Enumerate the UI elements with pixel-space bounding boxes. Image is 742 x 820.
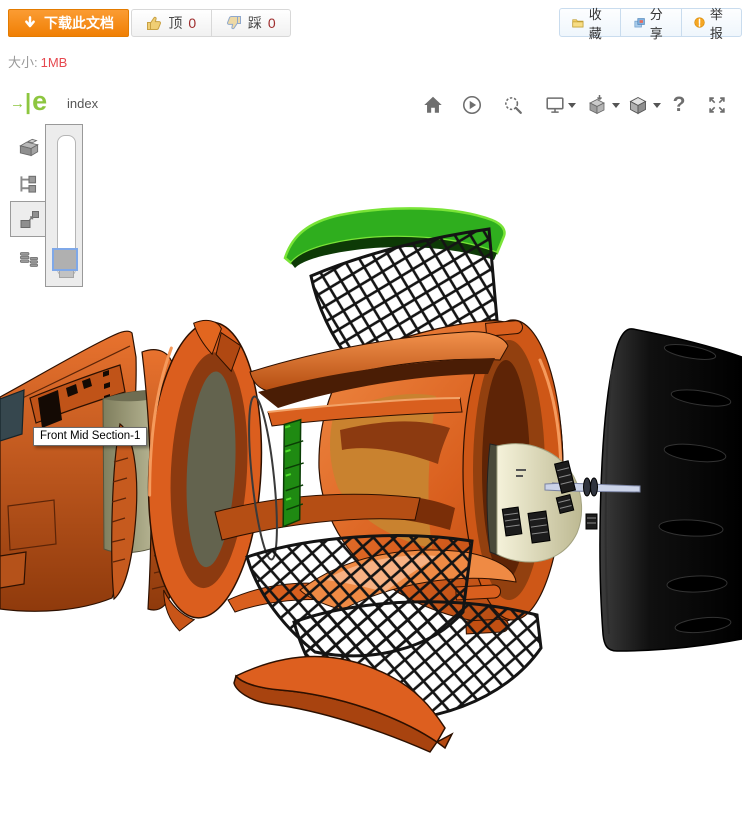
folder-icon <box>572 16 584 30</box>
fullscreen-button[interactable] <box>705 93 729 117</box>
vote-down-label: 踩 <box>248 13 262 33</box>
home-icon <box>422 94 444 116</box>
component-tool-button[interactable] <box>16 135 42 161</box>
document-name: index <box>67 96 98 111</box>
explode-tool-button[interactable] <box>18 207 44 233</box>
zoom-button[interactable] <box>501 93 525 117</box>
cube-icon <box>626 93 650 117</box>
section-box-icon <box>585 93 609 117</box>
explode-slider-thumb[interactable] <box>52 248 78 271</box>
vote-down-count: 0 <box>268 15 276 31</box>
explode-icon <box>18 207 42 231</box>
thumb-down-icon <box>226 15 242 31</box>
logo-arrow: → <box>10 94 25 114</box>
zoom-magnifier-icon <box>502 94 524 116</box>
edrawings-logo: → | e <box>10 88 47 114</box>
report-warning-icon <box>694 15 705 30</box>
thumb-up-icon <box>146 15 162 31</box>
logo-bar: | <box>25 90 31 114</box>
share-label: 分享 <box>650 4 669 42</box>
part-tooltip: Front Mid Section-1 <box>33 427 147 446</box>
doc-size-value: 1MB <box>41 55 68 70</box>
monitor-icon <box>544 94 566 116</box>
vote-up-label: 顶 <box>168 13 182 33</box>
home-view-button[interactable] <box>421 93 445 117</box>
explode-section-button[interactable] <box>585 93 609 117</box>
view-orientation-caret <box>653 103 661 108</box>
download-arrow-icon <box>23 16 37 30</box>
share-icon <box>633 15 645 31</box>
play-animation-button[interactable] <box>460 93 484 117</box>
component-icon <box>16 135 42 161</box>
model-canvas[interactable] <box>0 0 742 820</box>
assembly-tree-tool-button[interactable] <box>16 172 42 198</box>
doc-size-label: 大小: <box>8 55 38 70</box>
download-label: 下载此文档 <box>44 13 114 33</box>
favorite-button[interactable]: 收藏 <box>560 9 620 36</box>
action-group: 收藏 分享 举报 <box>559 8 742 37</box>
vote-up-button[interactable]: 顶 0 <box>132 10 211 36</box>
assembly-tree-icon <box>16 172 42 198</box>
display-mode-caret <box>568 103 576 108</box>
view-orientation-button[interactable] <box>626 93 650 117</box>
doc-size: 大小:1MB <box>8 52 67 71</box>
help-button[interactable]: ? <box>667 93 691 117</box>
logo-letter: e <box>32 88 47 114</box>
model-part-motor[interactable] <box>487 444 592 562</box>
vote-group: 顶 0 踩 0 <box>131 9 291 37</box>
report-button[interactable]: 举报 <box>681 9 741 36</box>
play-icon <box>461 94 483 116</box>
vote-down-button[interactable]: 踩 0 <box>211 10 291 36</box>
display-mode-button[interactable] <box>543 93 567 117</box>
help-icon: ? <box>673 93 686 117</box>
explode-section-caret <box>612 103 620 108</box>
download-button[interactable]: 下载此文档 <box>8 9 129 37</box>
thread-icon <box>16 246 42 272</box>
report-label: 举报 <box>710 4 729 42</box>
vote-up-count: 0 <box>188 15 196 31</box>
thread-tool-button[interactable] <box>16 246 42 272</box>
fullscreen-icon <box>706 94 728 116</box>
share-button[interactable]: 分享 <box>620 9 681 36</box>
favorite-label: 收藏 <box>589 4 608 42</box>
